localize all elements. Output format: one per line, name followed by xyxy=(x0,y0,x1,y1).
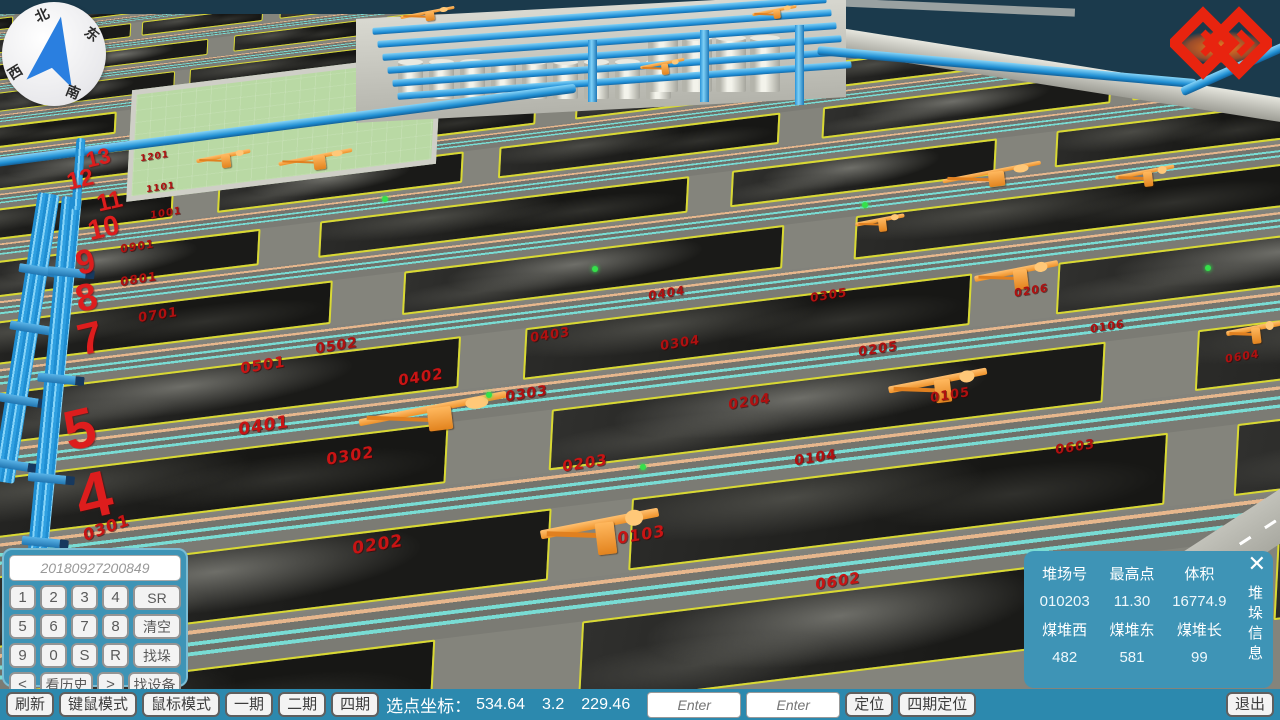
machine-tower xyxy=(661,63,669,75)
machine-tower xyxy=(1142,171,1153,187)
machine-jib xyxy=(1118,176,1146,179)
mouse-mode-button[interactable]: 鼠标模式 xyxy=(142,692,220,717)
stack-info-panel: ✕ 堆场号 最高点 体积 010203 11.30 16774.9 煤堆西 煤堆… xyxy=(1024,551,1273,688)
exit-button[interactable]: 退出 xyxy=(1226,692,1274,717)
coord-input-1[interactable] xyxy=(647,692,741,718)
status-dot-green xyxy=(640,464,646,470)
machine-cab xyxy=(784,5,791,10)
keypad-key-3[interactable]: 3 xyxy=(71,585,98,610)
machine-tower xyxy=(425,11,435,21)
machine-jib xyxy=(754,12,775,15)
locate-button[interactable]: 定位 xyxy=(845,692,893,717)
keypad-key-找垛[interactable]: 找垛 xyxy=(133,643,181,668)
close-icon[interactable]: ✕ xyxy=(1248,552,1266,578)
machine-tower xyxy=(1251,327,1262,344)
machine-cab xyxy=(235,150,244,157)
phase-1-button[interactable]: 一期 xyxy=(225,692,273,717)
machine-tower xyxy=(595,521,618,555)
pile-west-value: 482 xyxy=(1032,649,1097,666)
stack-search-keypad-panel: 1234SR5678清空90SR找垛<看历史>找设备 xyxy=(2,548,188,687)
pile-length-label: 煤堆长 xyxy=(1167,619,1232,640)
keypad-key-R[interactable]: R xyxy=(102,643,129,668)
status-dot-green xyxy=(592,266,598,272)
status-dot-green xyxy=(486,392,492,398)
machine-cab xyxy=(1157,165,1167,174)
machine-tower xyxy=(312,155,326,170)
stacker-reclaimer-icon[interactable] xyxy=(1224,312,1280,348)
coord-y-value: 3.2 xyxy=(542,696,564,714)
status-dot-green xyxy=(1205,265,1211,271)
yard-no-label: 堆场号 xyxy=(1032,563,1097,584)
machine-cab xyxy=(439,7,448,12)
yard-no-value: 010203 xyxy=(1032,593,1097,610)
keypad-key-S[interactable]: S xyxy=(71,643,98,668)
machine-jib xyxy=(643,67,664,70)
keypad-key-SR[interactable]: SR xyxy=(133,585,181,610)
phase-4-locate-button[interactable]: 四期定位 xyxy=(898,692,976,717)
stack-info-grid: 堆场号 最高点 体积 010203 11.30 16774.9 煤堆西 煤堆东 … xyxy=(1032,563,1232,666)
conveyor-column xyxy=(588,40,597,102)
keypad-key-0[interactable]: 0 xyxy=(40,643,67,668)
machine-cab xyxy=(1265,321,1274,330)
machine-cab xyxy=(1013,163,1029,173)
keypad-key-6[interactable]: 6 xyxy=(40,614,67,639)
bottom-toolbar: 刷新键鼠模式鼠标模式一期二期四期 选点坐标： 534.64 3.2 229.46… xyxy=(0,689,1280,720)
keypad-key-4[interactable]: 4 xyxy=(102,585,129,610)
keypad-row: 1234SR xyxy=(9,585,181,610)
machine-jib xyxy=(547,532,602,539)
highest-point-value: 11.30 xyxy=(1099,593,1164,610)
history-timestamp-input[interactable] xyxy=(9,555,181,581)
coord-x-value: 534.64 xyxy=(476,696,525,714)
phase-2-button[interactable]: 二期 xyxy=(278,692,326,717)
machine-cab xyxy=(890,214,898,221)
phase-4-button[interactable]: 四期 xyxy=(331,692,379,717)
machine-tower xyxy=(221,155,231,168)
keypad-key-5[interactable]: 5 xyxy=(9,614,36,639)
coord-z-value: 229.46 xyxy=(581,696,630,714)
keypad-key-9[interactable]: 9 xyxy=(9,643,36,668)
selected-point-coord-label: 选点坐标： xyxy=(386,692,471,717)
keypad-key-1[interactable]: 1 xyxy=(9,585,36,610)
machine-cab xyxy=(672,59,679,65)
keypad-key-8[interactable]: 8 xyxy=(102,614,129,639)
compass[interactable]: 北 东 西 南 xyxy=(2,2,106,106)
refresh-button[interactable]: 刷新 xyxy=(6,692,54,717)
company-logo-icon xyxy=(1170,6,1272,82)
status-dot-green xyxy=(382,196,388,202)
volume-value: 16774.9 xyxy=(1167,593,1232,610)
pile-length-value: 99 xyxy=(1167,649,1232,666)
machine-tower xyxy=(878,219,887,232)
machine-cab xyxy=(331,149,343,157)
keypad-key-清空[interactable]: 清空 xyxy=(133,614,181,639)
machine-tower xyxy=(773,9,781,19)
key-mouse-mode-button[interactable]: 键鼠模式 xyxy=(59,692,137,717)
pile-east-value: 581 xyxy=(1099,649,1164,666)
status-dot-green xyxy=(862,202,868,208)
keypad-row: 90SR找垛 xyxy=(9,643,181,668)
conveyor-column xyxy=(700,30,709,102)
conveyor-column xyxy=(795,25,804,105)
highest-point-label: 最高点 xyxy=(1099,563,1164,584)
stack-info-side-label: 堆垛信息 xyxy=(1244,585,1265,665)
machine-tower xyxy=(988,171,1006,188)
coord-input-2[interactable] xyxy=(746,692,840,718)
machine-cab xyxy=(1034,261,1048,273)
keypad-key-2[interactable]: 2 xyxy=(40,585,67,610)
volume-label: 体积 xyxy=(1167,563,1232,584)
machine-cab xyxy=(959,369,975,382)
compass-arrow-icon xyxy=(2,2,106,106)
keypad-key-7[interactable]: 7 xyxy=(71,614,98,639)
pile-west-label: 煤堆西 xyxy=(1032,619,1097,640)
pile-east-label: 煤堆东 xyxy=(1099,619,1164,640)
machine-tower xyxy=(427,406,454,432)
keypad-row: 5678清空 xyxy=(9,614,181,639)
row-number-12: 12 xyxy=(64,163,96,196)
